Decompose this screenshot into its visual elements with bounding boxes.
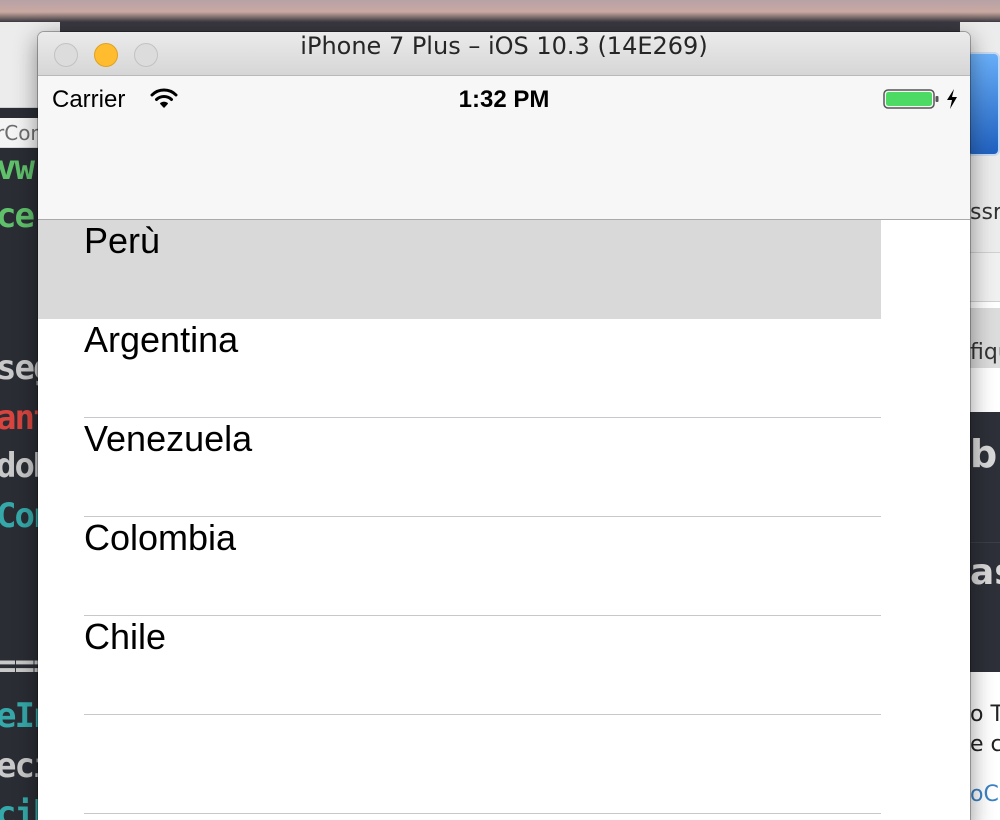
text-fragment: fiqu xyxy=(970,340,1000,365)
status-time: 1:32 PM xyxy=(458,86,550,113)
row-label: Venezuela xyxy=(84,418,253,459)
row-label: Perù xyxy=(84,220,161,261)
ios-screen: Carrier 1:32 PM Perù Argentina Venezuela… xyxy=(38,76,970,820)
table-row-peru[interactable]: Perù xyxy=(38,220,881,319)
charging-bolt-icon xyxy=(947,89,957,109)
navigation-bar xyxy=(38,122,970,220)
window-title: iPhone 7 Plus – iOS 10.3 (14E269) xyxy=(300,32,708,60)
text-fragment: e cô xyxy=(970,732,1000,757)
table-row-chile[interactable]: Chile xyxy=(38,616,881,715)
code-fragment: ce xyxy=(0,196,35,236)
status-bar: Carrier 1:32 PM xyxy=(38,76,970,122)
text-fragment: oCo xyxy=(970,782,1000,807)
battery-icon xyxy=(883,89,939,109)
country-table: Perù Argentina Venezuela Colombia Chile xyxy=(38,220,881,814)
row-separator xyxy=(84,813,881,814)
row-label: Argentina xyxy=(84,319,239,360)
simulator-window: iPhone 7 Plus – iOS 10.3 (14E269) Carrie… xyxy=(38,32,970,820)
row-label: Colombia xyxy=(84,517,237,558)
text-fragment: as xyxy=(970,552,1000,593)
table-row-argentina[interactable]: Argentina xyxy=(38,319,881,418)
text-fragment: ssro xyxy=(970,200,1000,225)
code-fragment: vw xyxy=(0,148,35,188)
table-row-colombia[interactable]: Colombia xyxy=(38,517,881,616)
table-row-venezuela[interactable]: Venezuela xyxy=(38,418,881,517)
xcode-app-icon xyxy=(966,52,1000,156)
window-titlebar[interactable]: iPhone 7 Plus – iOS 10.3 (14E269) xyxy=(38,32,970,76)
row-label: Chile xyxy=(84,616,167,657)
text-fragment: bl xyxy=(970,432,1000,476)
table-row-empty[interactable] xyxy=(38,715,881,814)
text-fragment: o T xyxy=(970,702,1000,727)
